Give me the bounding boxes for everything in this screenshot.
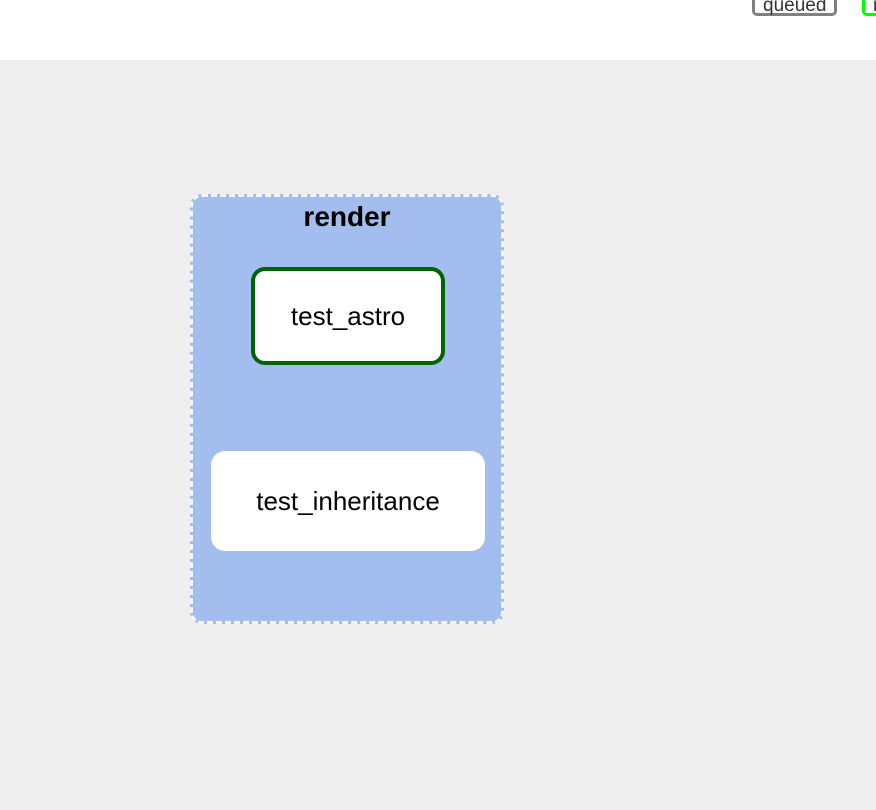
task-node-label: test_astro — [290, 300, 406, 331]
graph-canvas[interactable]: render test_astro test_inheritance — [0, 60, 876, 810]
task-node-test-inheritance[interactable]: test_inheritance — [211, 451, 485, 551]
legend-queued-badge[interactable]: queued — [752, 0, 838, 16]
task-node-label: test_inheritance — [256, 485, 440, 516]
state-legend-bar: queued r — [0, 0, 876, 60]
dag-graph-page: queued r render test_astro test_inherita… — [0, 0, 876, 810]
task-group-label: render — [303, 201, 391, 232]
task-node-test-astro[interactable]: test_astro — [251, 267, 445, 365]
task-group-render[interactable]: render test_astro test_inheritance — [190, 194, 504, 624]
legend-running-badge[interactable]: r — [862, 0, 876, 16]
